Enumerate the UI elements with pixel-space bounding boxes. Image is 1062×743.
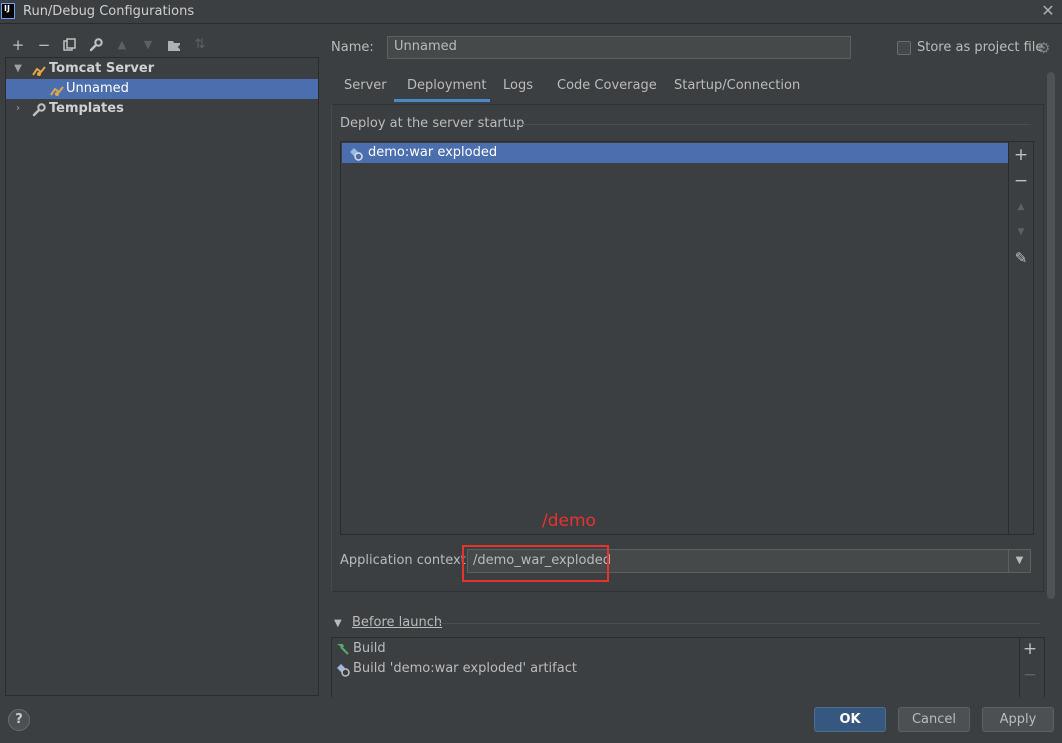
before-launch-divider [440,623,1040,624]
move-artifact-down-button[interactable]: ▼ [1011,222,1031,242]
add-task-button[interactable]: + [1020,639,1040,659]
chevron-down-icon[interactable]: ▼ [334,618,342,629]
before-launch-item-label: Build 'demo:war exploded' artifact [353,661,577,676]
folder-add-icon [167,41,182,51]
edit-templates-button[interactable] [86,35,106,55]
add-artifact-button[interactable]: + [1011,145,1031,165]
remove-task-button[interactable]: − [1020,665,1040,685]
new-folder-button[interactable] [164,35,184,55]
remove-artifact-button[interactable]: − [1011,171,1031,191]
move-down-button[interactable]: ▼ [138,35,158,55]
list-item[interactable]: demo:war exploded [342,143,1008,163]
help-button[interactable]: ? [8,709,30,731]
add-configuration-button[interactable]: + [8,35,28,55]
artifact-label: demo:war exploded [368,145,498,160]
tree-item-templates[interactable]: › Templates [6,99,318,119]
move-artifact-up-button[interactable]: ▲ [1011,197,1031,217]
chevron-down-icon[interactable]: ▼ [1008,550,1030,572]
active-tab-indicator [394,99,490,102]
tab-logs[interactable]: Logs [503,77,533,103]
list-item[interactable]: Build 'demo:war exploded' artifact [333,660,1019,680]
before-launch-label[interactable]: Before launch [352,615,442,630]
tree-item-unnamed[interactable]: Unnamed [6,79,318,99]
scrollbar[interactable] [1047,72,1055,599]
tab-startup-connection[interactable]: Startup/Connection [674,77,800,103]
window-title: Run/Debug Configurations [23,4,195,19]
name-label: Name: [331,40,374,55]
artifact-icon [335,662,350,683]
hammer-icon [335,642,350,662]
intellij-logo-icon: IJ [1,3,15,19]
tree-item-label: Unnamed [66,81,129,96]
remove-configuration-button[interactable]: − [34,35,54,55]
tab-code-coverage[interactable]: Code Coverage [557,77,657,103]
copy-icon [63,38,76,51]
annotation-highlight-box [462,545,609,582]
legend-divider [511,124,1031,125]
chevron-right-icon: › [16,103,20,114]
configurations-tree[interactable]: ▼ Tomcat Server Unnamed › Templates [5,57,319,696]
store-as-project-file-label[interactable]: Store as project file [917,40,1043,55]
list-item[interactable]: Build [333,640,1019,660]
deploy-legend: Deploy at the server startup [340,116,525,131]
tree-item-label: Templates [49,101,124,116]
ok-button[interactable]: OK [814,707,886,732]
application-context-label: Application context: [340,553,471,568]
move-up-button[interactable]: ▲ [112,35,132,55]
tree-item-label: Tomcat Server [49,61,155,76]
deploy-artifact-list[interactable] [340,141,1009,535]
store-as-project-file-checkbox[interactable] [897,41,911,55]
chevron-down-icon: ▼ [14,63,22,74]
cancel-button[interactable]: Cancel [898,707,970,732]
edit-artifact-button[interactable]: ✎ [1011,248,1031,268]
sort-configurations-button[interactable]: ⇅ [190,35,210,55]
name-input[interactable]: Unnamed [387,36,851,59]
close-window-button[interactable]: ✕ [1038,0,1058,22]
wrench-icon [89,38,103,52]
tab-server[interactable]: Server [344,77,387,103]
before-launch-item-label: Build [353,641,386,656]
tree-item-tomcat-server[interactable]: ▼ Tomcat Server [6,59,318,79]
gear-icon[interactable]: ⚙ [1037,39,1050,57]
context-annotation: /demo [542,511,596,531]
copy-configuration-button[interactable] [60,35,80,55]
artifact-icon [348,146,363,168]
apply-button[interactable]: Apply [982,707,1054,732]
wrench-icon [32,103,46,124]
